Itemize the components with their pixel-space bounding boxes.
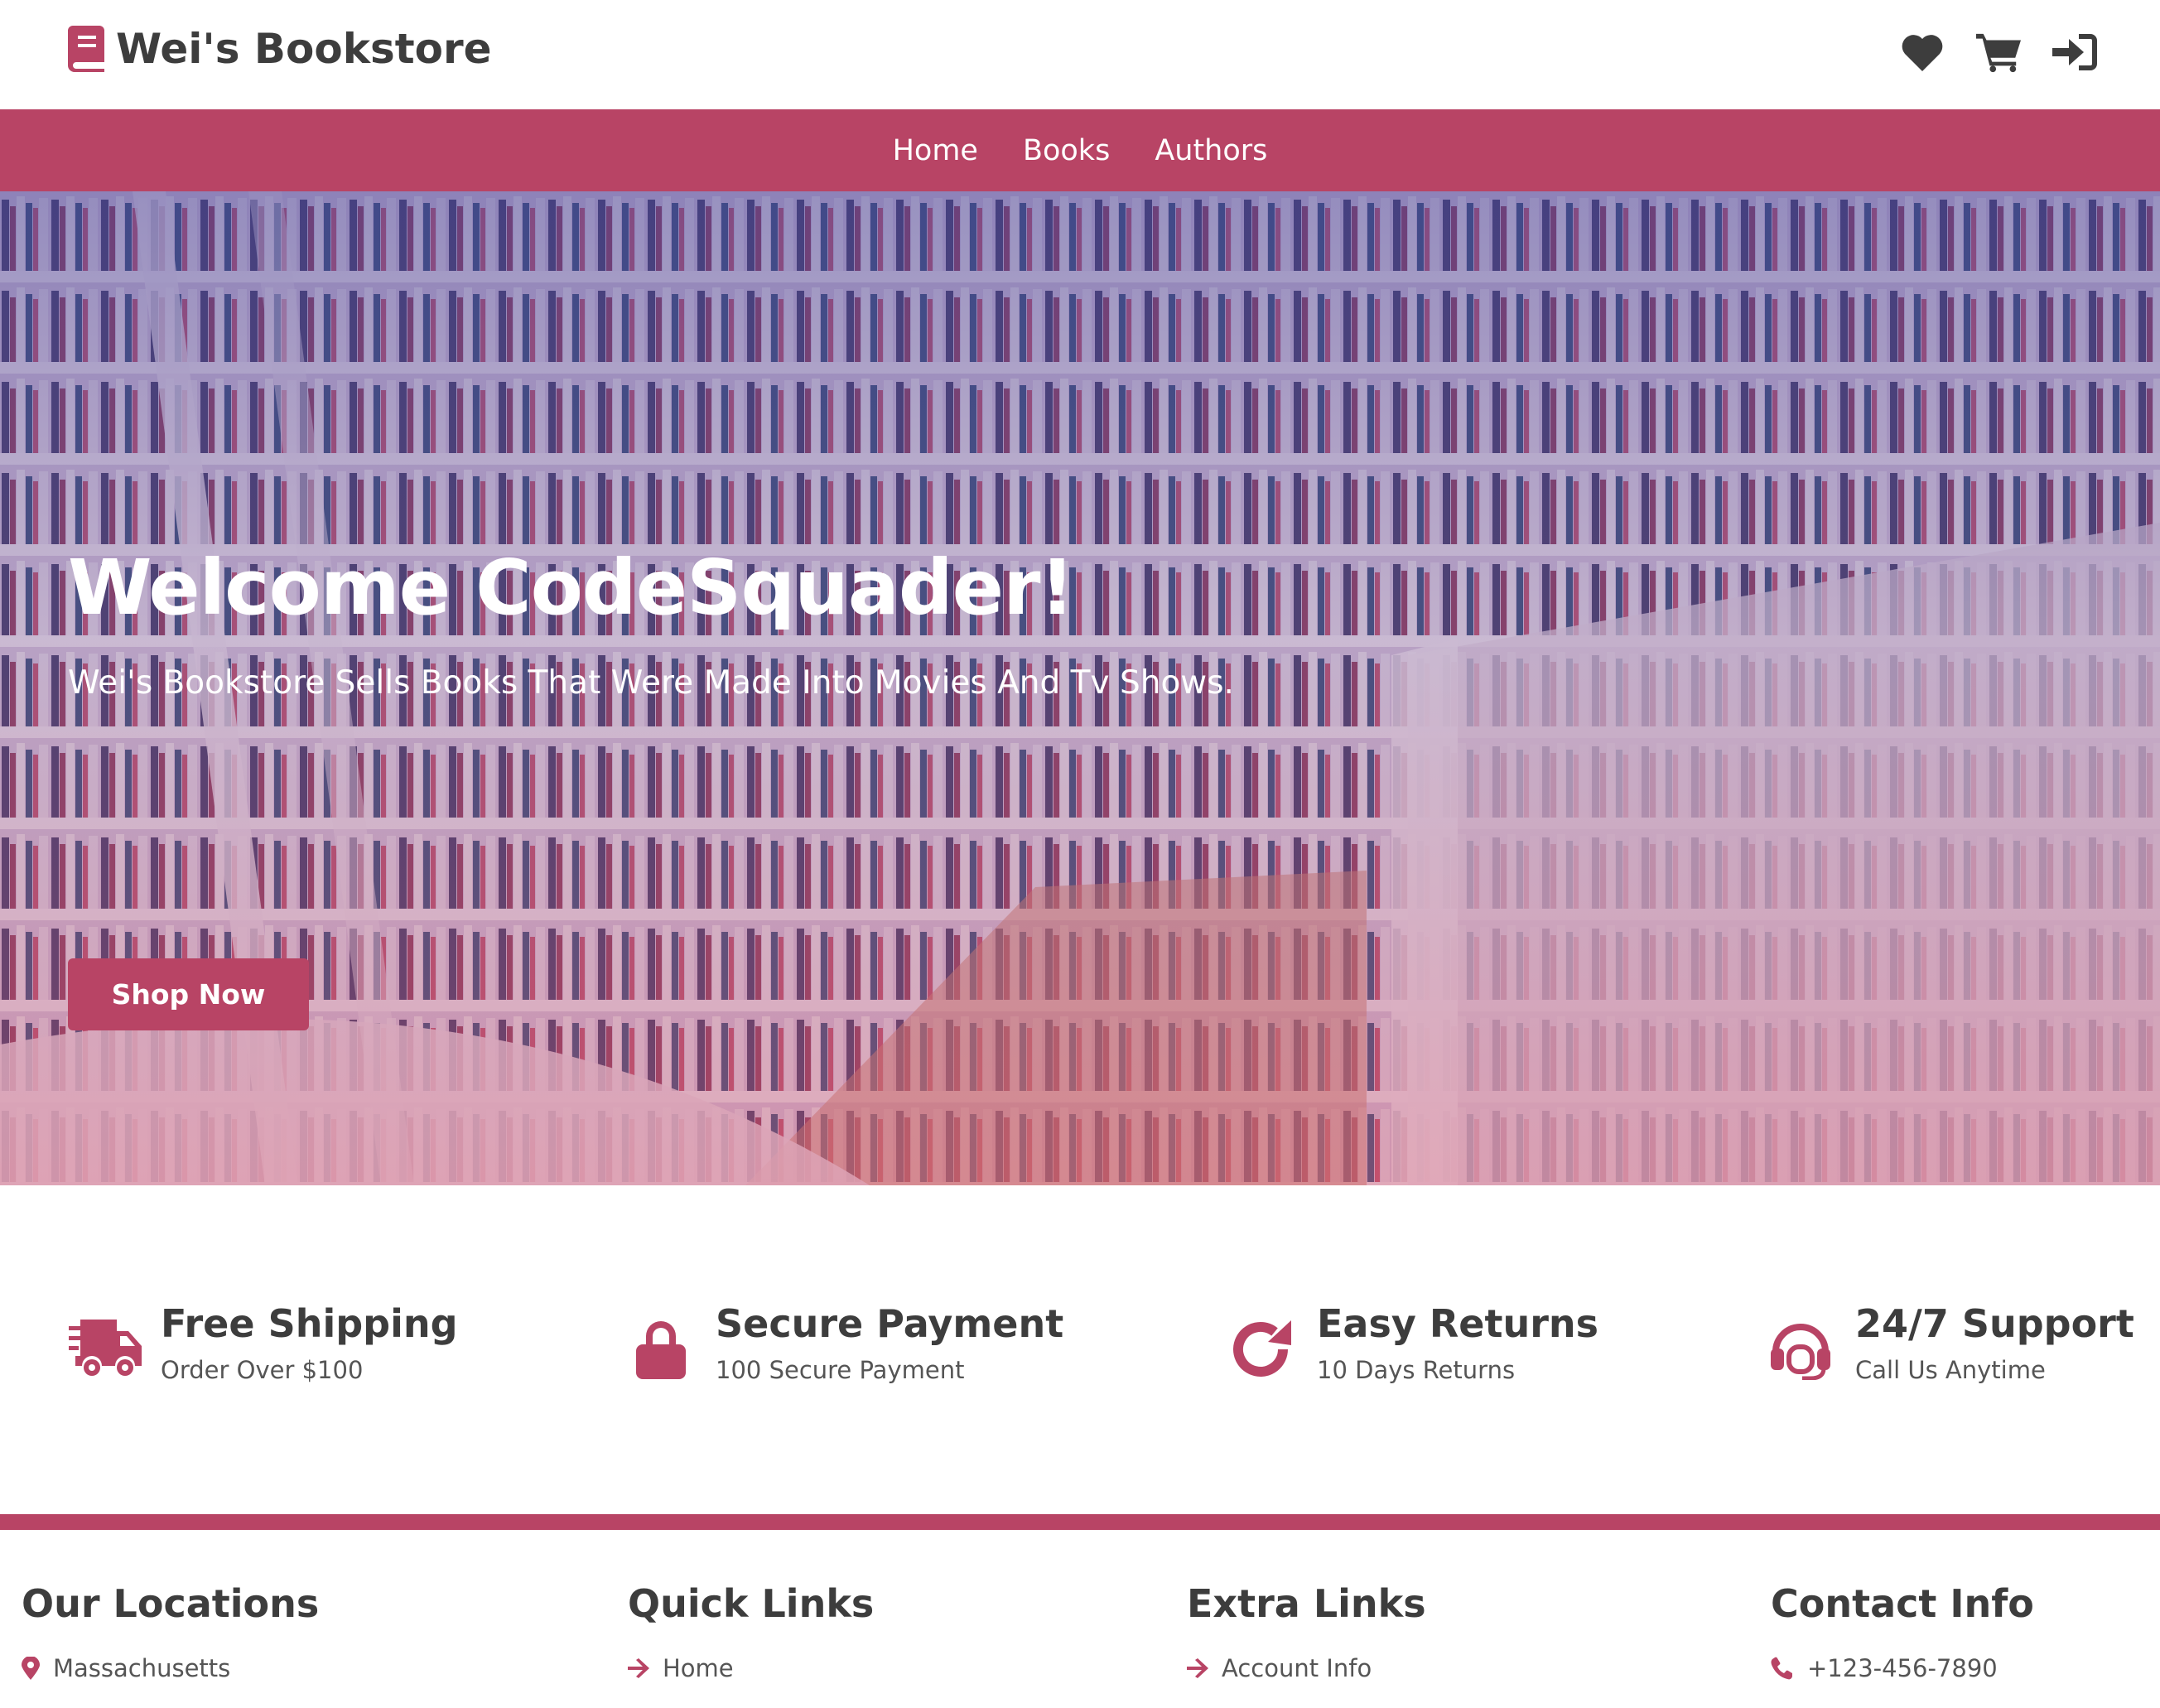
footer-column-extra-links: Extra Links Account Info bbox=[1187, 1581, 1426, 1682]
arrow-right-icon bbox=[1187, 1658, 1208, 1678]
feature-subtitle: 10 Days Returns bbox=[1317, 1356, 1516, 1384]
footer-column-contact-info: Contact Info +123-456-7890 bbox=[1771, 1581, 2034, 1682]
lock-icon bbox=[621, 1316, 701, 1382]
footer-link-label: Account Info bbox=[1222, 1654, 1372, 1682]
hero-banner: Welcome CodeSquader! Wei's Bookstore Sel… bbox=[0, 191, 2160, 1185]
footer-column-title: Quick Links bbox=[628, 1581, 875, 1626]
footer-link-home[interactable]: Home bbox=[628, 1654, 874, 1682]
redo-icon bbox=[1222, 1316, 1302, 1382]
footer-link-phone[interactable]: +123-456-7890 bbox=[1771, 1654, 2034, 1682]
feature-subtitle: 100 Secure Payment bbox=[716, 1356, 965, 1384]
book-icon bbox=[68, 26, 104, 72]
feature-subtitle: Call Us Anytime bbox=[1855, 1356, 2046, 1384]
feature-support: 24/7 Support Call Us Anytime bbox=[1761, 1301, 2134, 1384]
footer-link-label: +123-456-7890 bbox=[1807, 1654, 1998, 1682]
footer-link-label: Massachusetts bbox=[53, 1654, 231, 1682]
footer-link-massachusetts[interactable]: Massachusetts bbox=[22, 1654, 319, 1682]
feature-easy-returns: Easy Returns 10 Days Returns bbox=[1222, 1301, 1598, 1384]
site-footer: Our Locations Massachusetts Quick Links … bbox=[0, 1530, 2160, 1708]
phone-icon bbox=[1771, 1657, 1792, 1680]
heart-icon[interactable] bbox=[1900, 30, 1945, 75]
main-nav: Home Books Authors bbox=[0, 109, 2160, 191]
shop-now-button[interactable]: Shop Now bbox=[68, 958, 309, 1030]
map-pin-icon bbox=[22, 1657, 40, 1680]
login-icon[interactable] bbox=[2052, 30, 2097, 75]
footer-divider bbox=[0, 1514, 2160, 1530]
header-actions bbox=[1900, 30, 2097, 75]
hero-title: Welcome CodeSquader! bbox=[68, 543, 1074, 632]
footer-link-account-info[interactable]: Account Info bbox=[1187, 1654, 1426, 1682]
feature-title: 24/7 Support bbox=[1855, 1301, 2134, 1346]
feature-free-shipping: Free Shipping Order Over $100 bbox=[66, 1301, 458, 1384]
nav-item-home[interactable]: Home bbox=[893, 134, 978, 167]
headset-icon bbox=[1761, 1316, 1840, 1382]
arrow-right-icon bbox=[628, 1658, 649, 1678]
footer-column-quick-links: Quick Links Home bbox=[628, 1581, 874, 1682]
cart-icon[interactable] bbox=[1976, 30, 2021, 75]
footer-column-title: Contact Info bbox=[1771, 1581, 2034, 1626]
features-section: Free Shipping Order Over $100 Secure Pay… bbox=[0, 1185, 2160, 1514]
site-header: Wei's Bookstore bbox=[0, 0, 2160, 109]
footer-link-label: Home bbox=[663, 1654, 734, 1682]
nav-item-books[interactable]: Books bbox=[1023, 134, 1110, 167]
brand-name: Wei's Bookstore bbox=[116, 25, 492, 73]
truck-icon bbox=[66, 1316, 146, 1382]
feature-title: Easy Returns bbox=[1317, 1301, 1599, 1346]
feature-secure-payment: Secure Payment 100 Secure Payment bbox=[621, 1301, 1063, 1384]
footer-column-title: Extra Links bbox=[1187, 1581, 1426, 1626]
feature-subtitle: Order Over $100 bbox=[161, 1356, 364, 1384]
hero-content: Welcome CodeSquader! Wei's Bookstore Sel… bbox=[68, 543, 1476, 1030]
feature-title: Free Shipping bbox=[161, 1301, 458, 1346]
footer-column-title: Our Locations bbox=[22, 1581, 320, 1626]
nav-item-authors[interactable]: Authors bbox=[1155, 134, 1267, 167]
site-logo[interactable]: Wei's Bookstore bbox=[68, 25, 492, 73]
feature-title: Secure Payment bbox=[716, 1301, 1064, 1346]
footer-column-locations: Our Locations Massachusetts bbox=[22, 1581, 319, 1682]
hero-subtitle: Wei's Bookstore Sells Books That Were Ma… bbox=[68, 664, 1234, 702]
